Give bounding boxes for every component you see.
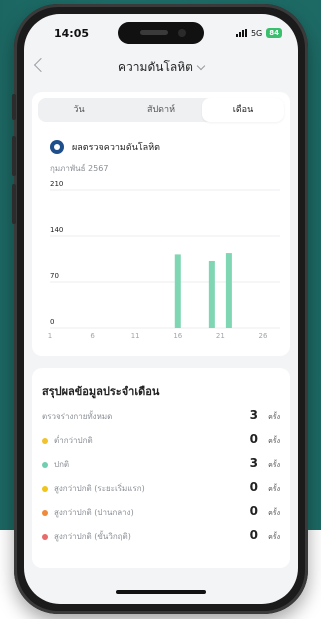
y-tick-label: 210 — [50, 180, 63, 188]
summary-row-label: สูงกว่าปกติ (ขั้นวิกฤติ) — [42, 530, 131, 543]
x-tick-label: 16 — [173, 332, 182, 340]
summary-row-unit: ครั้ง — [268, 437, 280, 445]
x-tick-label: 6 — [90, 332, 95, 340]
network-type: 5G — [250, 28, 263, 38]
top-nav: ความดันโลหิต — [24, 52, 298, 80]
status-dot-icon — [42, 461, 48, 468]
bar-chart: 0701402101 6 11 16 21 26 — [48, 180, 280, 340]
summary-title: สรุปผลข้อมูลประจำเดือน — [42, 385, 160, 398]
volume-up-button — [12, 136, 16, 176]
summary-row-value: 0 — [249, 504, 258, 518]
signal-icon — [235, 29, 247, 37]
summary-row-label: สูงกว่าปกติ (ระยะเริ่มแรก) — [42, 482, 145, 495]
tab-day[interactable]: วัน — [38, 98, 120, 122]
status-dot-icon — [42, 437, 48, 444]
summary-row-high-early: สูงกว่าปกติ (ระยะเริ่มแรก) 0 ครั้ง — [42, 480, 280, 498]
period-tabs: วัน สัปดาห์ เดือน — [38, 98, 284, 122]
bar — [208, 260, 215, 328]
summary-row-label: ตรวจร่างกายทั้งหมด — [42, 412, 113, 421]
chevron-down-icon — [196, 61, 206, 71]
x-tick-label: 1 — [48, 332, 52, 340]
summary-row-value: 3 — [249, 456, 258, 470]
blood-pressure-icon — [50, 140, 64, 154]
summary-row-label: ปกติ — [42, 458, 69, 471]
y-tick-label: 70 — [50, 272, 59, 280]
summary-row-value: 3 — [249, 408, 258, 422]
side-button — [12, 94, 16, 120]
x-tick-label: 21 — [216, 332, 225, 340]
bar — [174, 254, 181, 328]
x-tick-label: 26 — [259, 332, 268, 340]
summary-row-normal: ปกติ 3 ครั้ง — [42, 456, 280, 474]
summary-row-unit: ครั้ง — [268, 413, 280, 421]
status-bar-right: 5G 84 — [235, 28, 282, 38]
summary-row-unit: ครั้ง — [268, 461, 280, 469]
summary-row-low: ต่ำกว่าปกติ 0 ครั้ง — [42, 432, 280, 450]
phone-screen: 14:05 5G 84 ความดันโลหิต วัน สัปดาห์ เดื… — [24, 14, 298, 604]
summary-row-label: ต่ำกว่าปกติ — [42, 434, 93, 447]
chart-title: ผลตรวจความดันโลหิต — [72, 143, 160, 153]
y-tick-label: 0 — [50, 318, 54, 326]
tab-month[interactable]: เดือน — [202, 98, 284, 122]
bar — [225, 253, 232, 328]
summary-row-label: สูงกว่าปกติ (ปานกลาง) — [42, 506, 134, 519]
summary-row-value: 0 — [249, 528, 258, 542]
x-tick-label: 11 — [131, 332, 140, 340]
summary-row-high-moderate: สูงกว่าปกติ (ปานกลาง) 0 ครั้ง — [42, 504, 280, 522]
status-dot-icon — [42, 485, 48, 492]
chart-header: ผลตรวจความดันโลหิต — [50, 140, 160, 154]
page-title-dropdown[interactable]: ความดันโลหิต — [24, 58, 298, 77]
summary-row-total: ตรวจร่างกายทั้งหมด 3 ครั้ง — [42, 408, 280, 426]
dynamic-island — [118, 22, 204, 44]
chart-month-label: กุมภาพันธ์ 2567 — [50, 164, 109, 173]
summary-row-unit: ครั้ง — [268, 533, 280, 541]
summary-row-value: 0 — [249, 480, 258, 494]
summary-row-unit: ครั้ง — [268, 509, 280, 517]
summary-row-unit: ครั้ง — [268, 485, 280, 493]
page-title: ความดันโลหิต — [118, 60, 193, 74]
summary-row-value: 0 — [249, 432, 258, 446]
battery-icon: 84 — [266, 28, 282, 38]
tab-week[interactable]: สัปดาห์ — [120, 98, 202, 122]
status-dot-icon — [42, 509, 48, 516]
home-indicator[interactable] — [116, 590, 206, 594]
status-time: 14:05 — [54, 27, 90, 40]
monthly-summary-card: สรุปผลข้อมูลประจำเดือน ตรวจร่างกายทั้งหม… — [32, 368, 290, 568]
summary-row-high-critical: สูงกว่าปกติ (ขั้นวิกฤติ) 0 ครั้ง — [42, 528, 280, 546]
y-tick-label: 140 — [50, 226, 63, 234]
blood-pressure-chart-card: วัน สัปดาห์ เดือน ผลตรวจความดันโลหิต กุม… — [32, 92, 290, 356]
volume-down-button — [12, 184, 16, 224]
status-dot-icon — [42, 533, 48, 540]
